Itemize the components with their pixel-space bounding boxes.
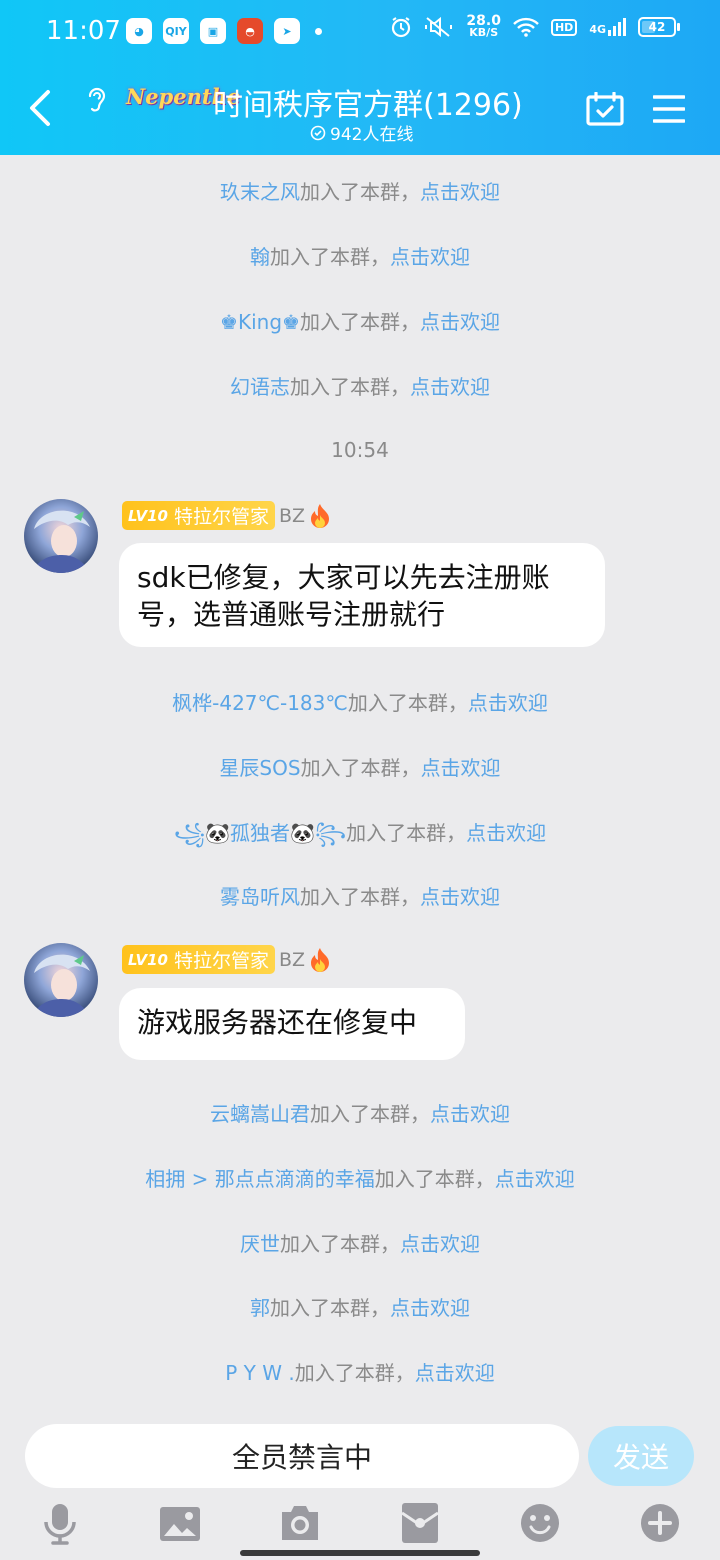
join-notice: 云螭嵩山君加入了本群，点击欢迎 (210, 1102, 510, 1126)
camera-icon[interactable] (280, 1504, 320, 1542)
member-name[interactable]: 雾岛听风 (220, 885, 300, 909)
join-notice: ♚King♚加入了本群，点击欢迎 (220, 310, 500, 334)
calendar-check-button[interactable] (586, 92, 624, 126)
member-name[interactable]: 幻语志 (230, 375, 290, 399)
image-icon[interactable] (160, 1507, 200, 1541)
wifi-icon (513, 17, 539, 37)
ear-icon[interactable] (84, 84, 110, 114)
join-notice: 相拥 > 那点点滴滴的幸福加入了本群，点击欢迎 (145, 1167, 575, 1191)
welcome-link[interactable]: 点击欢迎 (420, 885, 500, 909)
message-bubble[interactable]: sdk已修复，大家可以先去注册账号，选普通账号注册就行 (119, 543, 605, 647)
message-bubble[interactable]: 游戏服务器还在修复中 (119, 988, 465, 1060)
sender-role: BZ (279, 948, 306, 971)
welcome-link[interactable]: 点击欢迎 (400, 1232, 480, 1256)
feishu-app-icon: ➤ (274, 18, 300, 44)
member-name[interactable]: ♚King♚ (220, 310, 300, 334)
plus-icon[interactable] (640, 1503, 680, 1543)
welcome-link[interactable]: 点击欢迎 (420, 180, 500, 204)
signal-bars-icon (608, 18, 626, 36)
member-name[interactable]: 郭 (250, 1296, 270, 1320)
red-packet-icon[interactable] (402, 1503, 438, 1543)
welcome-link[interactable]: 点击欢迎 (390, 1296, 470, 1320)
message-timestamp: 10:54 (331, 438, 389, 462)
welcome-link[interactable]: 点击欢迎 (495, 1167, 575, 1191)
welcome-link[interactable]: 点击欢迎 (390, 245, 470, 269)
member-name[interactable]: P Y W . (225, 1361, 294, 1385)
welcome-link[interactable]: 点击欢迎 (410, 375, 490, 399)
more-notifications-icon (315, 27, 322, 35)
emoji-icon[interactable] (520, 1503, 560, 1543)
menu-button[interactable] (653, 94, 685, 124)
join-notice: 玖末之风加入了本群，点击欢迎 (220, 180, 500, 204)
battery-icon: 42 (638, 17, 680, 37)
back-button[interactable] (24, 88, 58, 128)
message-text: 游戏服务器还在修复中 (137, 1006, 418, 1039)
chat-header: 11:07 ◕ QIY ▣ ◓ ➤ 28.0 KB/S HD 4G 42 Nep… (0, 0, 720, 155)
mic-icon[interactable] (43, 1502, 77, 1546)
level-badge[interactable]: LV10 特拉尔管家 (122, 945, 275, 974)
avatar-image (24, 499, 98, 573)
fire-icon (311, 503, 330, 528)
iqiyi-app-icon: QIY (163, 18, 189, 44)
mute-icon (425, 16, 453, 38)
check-circle-icon (310, 125, 326, 140)
sender-badges: LV10 特拉尔管家 BZ (122, 501, 331, 530)
browser-app-icon: ◕ (126, 18, 152, 44)
welcome-link[interactable]: 点击欢迎 (415, 1361, 495, 1385)
member-name[interactable]: 翰 (250, 245, 270, 269)
join-notice: 幻语志加入了本群，点击欢迎 (230, 375, 490, 399)
member-name[interactable]: 云螭嵩山君 (210, 1102, 310, 1126)
join-notice: 郭加入了本群，点击欢迎 (250, 1296, 470, 1320)
join-notice: 枫桦-427℃-183℃加入了本群，点击欢迎 (172, 691, 548, 715)
join-notice: 厌世加入了本群，点击欢迎 (240, 1232, 480, 1256)
welcome-link[interactable]: 点击欢迎 (468, 691, 548, 715)
group-title[interactable]: 时间秩序官方群(1296) (213, 80, 523, 124)
cell-signal: 4G (589, 18, 626, 36)
home-indicator[interactable] (240, 1550, 480, 1556)
level-badge[interactable]: LV10 特拉尔管家 (122, 501, 275, 530)
join-notice: ꧁🐼孤独者🐼꧂加入了本群，点击欢迎 (173, 821, 547, 845)
member-name[interactable]: 玖末之风 (220, 180, 300, 204)
welcome-link[interactable]: 点击欢迎 (466, 821, 546, 845)
avatar[interactable] (24, 943, 98, 1017)
message-text: sdk已修复，大家可以先去注册账号，选普通账号注册就行 (137, 561, 550, 631)
multitask-app-icon: ▣ (200, 18, 226, 44)
online-count[interactable]: 942人在线 (310, 120, 413, 145)
join-notice: 雾岛听风加入了本群，点击欢迎 (220, 885, 500, 909)
network-speed: 28.0 KB/S (466, 13, 501, 39)
sender-badges: LV10 特拉尔管家 BZ (122, 945, 331, 974)
hd-badge: HD (550, 18, 578, 36)
avatar[interactable] (24, 499, 98, 573)
welcome-link[interactable]: 点击欢迎 (430, 1102, 510, 1126)
join-notice: 翰加入了本群，点击欢迎 (250, 245, 470, 269)
join-notice: 星辰SOS加入了本群，点击欢迎 (219, 756, 501, 780)
member-name[interactable]: 枫桦-427℃-183℃ (172, 691, 348, 715)
status-bar: 11:07 ◕ QIY ▣ ◓ ➤ 28.0 KB/S HD 4G 42 (0, 0, 720, 64)
notification-app-icons: ◕ QIY ▣ ◓ ➤ (126, 18, 322, 44)
send-button[interactable]: 发送 (588, 1426, 694, 1486)
status-right: 28.0 KB/S HD 4G 42 (390, 13, 680, 39)
shopping-app-icon: ◓ (237, 18, 263, 44)
welcome-link[interactable]: 点击欢迎 (421, 756, 501, 780)
welcome-link[interactable]: 点击欢迎 (420, 310, 500, 334)
fire-icon (311, 947, 330, 972)
alarm-icon (392, 17, 411, 38)
member-name[interactable]: 相拥 > 那点点滴滴的幸福 (145, 1167, 374, 1191)
avatar-image (24, 943, 98, 1017)
sender-role: BZ (279, 504, 306, 527)
member-name[interactable]: 星辰SOS (219, 756, 300, 780)
join-notice: P Y W .加入了本群，点击欢迎 (225, 1361, 495, 1385)
member-name[interactable]: 厌世 (240, 1232, 280, 1256)
message-input[interactable]: 全员禁言中 (25, 1424, 579, 1488)
member-name[interactable]: ꧁🐼孤独者🐼꧂ (174, 821, 346, 845)
status-time: 11:07 (46, 16, 121, 46)
